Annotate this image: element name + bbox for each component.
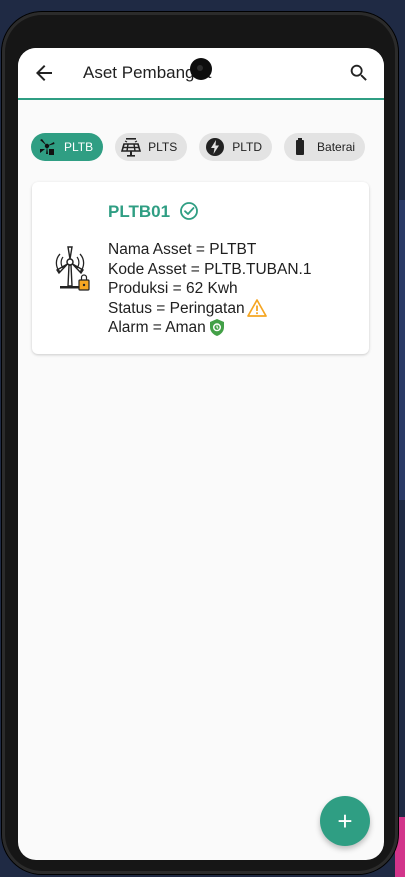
asset-name: Nama Asset = PLTBT — [108, 240, 311, 260]
asset-alarm-text: Alarm = Aman — [108, 319, 206, 336]
back-arrow-icon[interactable] — [32, 61, 56, 85]
asset-card-title: PLTB01 — [108, 202, 171, 221]
chip-plts[interactable]: PLTS — [115, 133, 188, 161]
asset-code-text: Kode Asset = PLTB.TUBAN.1 — [108, 260, 312, 278]
asset-card[interactable]: PLTB01 Nama Asset = PLTBT Kode Asset = P… — [32, 182, 369, 354]
asset-status: Status = Peringatan — [108, 299, 311, 319]
check-circle-icon — [180, 202, 198, 220]
search-icon[interactable] — [348, 62, 370, 84]
asset-production: Produksi = 62 Kwh — [108, 279, 311, 299]
asset-status-text: Status = Peringatan — [108, 299, 245, 317]
add-button[interactable]: + — [320, 796, 370, 846]
chip-pltb[interactable]: PLTB — [31, 133, 104, 161]
asset-details: Nama Asset = PLTBT Kode Asset = PLTB.TUB… — [108, 240, 311, 338]
front-camera — [190, 58, 212, 80]
solar-panel-icon — [121, 137, 142, 157]
asset-type-filter: PLTB PLTS PLTD Baterai — [31, 133, 366, 161]
wind-turbine-lock-icon — [55, 246, 90, 291]
bolt-icon — [205, 137, 225, 157]
wind-turbine-icon — [37, 137, 57, 157]
chip-baterai-label: Baterai — [317, 140, 356, 154]
asset-alarm: Alarm = Aman — [108, 318, 311, 338]
shield-icon — [209, 319, 224, 337]
asset-production-text: Produksi = 62 Kwh — [108, 280, 238, 297]
add-icon: + — [337, 805, 353, 836]
chip-pltb-label: PLTB — [64, 140, 94, 154]
battery-icon — [290, 137, 310, 157]
phone-frame: Aset Pembangkit PLTB PLTS PLTD Baterai P… — [2, 12, 398, 874]
chip-pltd[interactable]: PLTD — [199, 133, 273, 161]
warning-icon — [246, 299, 267, 318]
chip-pltd-label: PLTD — [232, 140, 263, 154]
asset-code: Kode Asset = PLTB.TUBAN.1 — [108, 260, 311, 280]
asset-name-text: Nama Asset = PLTBT — [108, 241, 257, 258]
app-screen: Aset Pembangkit PLTB PLTS PLTD Baterai P… — [18, 48, 384, 860]
chip-baterai[interactable]: Baterai — [284, 133, 366, 161]
chip-plts-label: PLTS — [148, 140, 178, 154]
